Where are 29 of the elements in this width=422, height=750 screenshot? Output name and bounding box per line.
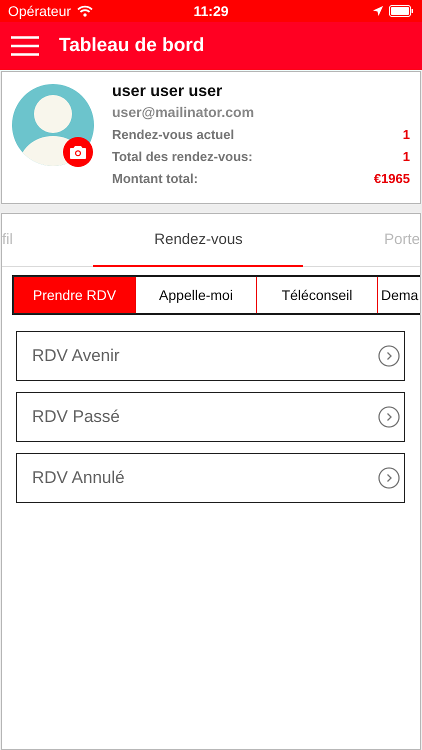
list-item[interactable]: RDV Passé (16, 392, 405, 442)
chevron-circle-icon (378, 467, 400, 489)
user-name: user user user (112, 83, 224, 101)
chevron-circle-icon (378, 406, 400, 428)
list-item[interactable]: RDV Avenir (16, 331, 405, 381)
tab[interactable]: Rendez-vous (93, 214, 304, 267)
stat-value: 1 (402, 126, 410, 142)
wifi-icon (77, 5, 94, 17)
camera-icon (70, 146, 86, 158)
item-label: RDV Annulé (32, 468, 125, 488)
item-label: RDV Avenir (32, 346, 120, 366)
stat-label: Rendez-vous actuel (112, 126, 234, 142)
item-label: RDV Passé (32, 407, 120, 427)
menu-icon (11, 36, 39, 56)
battery-icon (389, 5, 414, 17)
segment-button[interactable]: Prendre RDV (14, 277, 135, 313)
location-icon (373, 6, 383, 16)
stat-value: €1965 (374, 170, 410, 186)
stat-value: 1 (402, 148, 410, 164)
chevron-circle-icon (378, 345, 400, 367)
segment-button[interactable]: Dema (377, 277, 420, 313)
stat-label: Total des rendez-vous: (112, 148, 253, 164)
menu-button[interactable] (11, 36, 39, 56)
user-email: user@mailinator.com (112, 104, 256, 120)
carrier-name: Opérateur (8, 3, 72, 19)
stat-label: Montant total: (112, 170, 198, 186)
status-time: 11:29 (193, 3, 229, 19)
list-item[interactable]: RDV Annulé (16, 453, 405, 503)
page-title: Tableau de bord (59, 35, 204, 57)
